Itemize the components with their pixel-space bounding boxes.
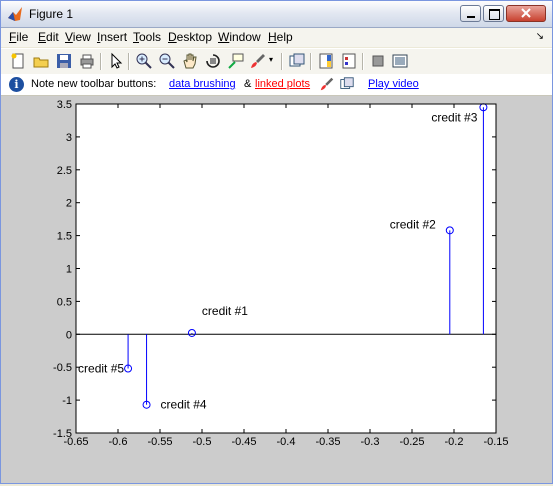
menu-desktop[interactable]: Desktop: [168, 30, 212, 44]
rotate-3d-icon[interactable]: [204, 52, 222, 70]
y-tick-label: 1: [66, 264, 72, 276]
x-tick-label: -0.25: [399, 436, 424, 448]
linked-plots-link[interactable]: linked plots: [255, 78, 310, 90]
zoom-in-icon[interactable]: [135, 52, 153, 70]
x-tick-label: -0.2: [445, 436, 464, 448]
x-tick-label: -0.3: [361, 436, 380, 448]
colorbar-icon[interactable]: [317, 52, 335, 70]
x-tick-label: -0.15: [483, 436, 508, 448]
stem-chart[interactable]: -0.65 -0.6 -0.55 -0.5 -0.45 -0.4 -0.35 -0.3 -0.2…: [1, 96, 552, 483]
toolbar-separator: [128, 53, 130, 70]
menu-tools[interactable]: Tools: [133, 30, 161, 44]
toolbar-separator: [362, 53, 364, 70]
new-figure-icon[interactable]: [9, 52, 27, 70]
print-icon[interactable]: [78, 52, 96, 70]
legend-icon[interactable]: [340, 52, 358, 70]
y-tick-label: 3: [66, 132, 72, 144]
link-plot-icon[interactable]: [288, 52, 306, 70]
open-file-icon[interactable]: [32, 52, 50, 70]
y-tick-label: -0.5: [53, 362, 72, 374]
toolbar-separator: [100, 53, 102, 70]
menu-insert[interactable]: Insert: [97, 30, 127, 44]
pointer-icon[interactable]: [107, 52, 125, 70]
maximize-icon: [489, 9, 500, 20]
menu-view[interactable]: View: [65, 30, 91, 44]
menu-edit[interactable]: Edit: [38, 30, 59, 44]
brush-tool-icon[interactable]: [319, 76, 335, 92]
menu-window[interactable]: Window: [218, 30, 261, 44]
point-label: credit #3: [431, 110, 477, 124]
data-cursor-icon[interactable]: [227, 52, 245, 70]
dock-arrow-icon[interactable]: ↘: [536, 31, 544, 42]
figure-window: Figure 1 File Edit View Insert Tools Des…: [0, 0, 553, 484]
info-icon: i: [9, 77, 24, 92]
axes-background: [76, 104, 496, 433]
window-title: Figure 1: [29, 7, 74, 21]
x-tick-label: -0.6: [109, 436, 128, 448]
minimize-icon: [467, 16, 475, 18]
x-tick-label: -0.5: [193, 436, 212, 448]
brush-icon[interactable]: [249, 52, 267, 70]
hide-plot-tools-icon[interactable]: [369, 52, 387, 70]
play-video-link[interactable]: Play video: [368, 78, 419, 90]
y-tick-label: -1: [62, 395, 72, 407]
x-tick-label: -0.55: [147, 436, 172, 448]
data-brushing-link[interactable]: data brushing: [169, 78, 236, 90]
maximize-button[interactable]: [483, 5, 504, 22]
info-bar: i Note new toolbar buttons: data brushin…: [1, 74, 552, 96]
y-tick-label: 0: [66, 329, 72, 341]
point-label: credit #5: [78, 362, 124, 376]
y-tick-label: 0.5: [57, 296, 72, 308]
toolbar-separator: [281, 53, 283, 70]
brush-dropdown-icon[interactable]: ▾: [269, 55, 273, 64]
zoom-out-icon[interactable]: [158, 52, 176, 70]
save-icon[interactable]: [55, 52, 73, 70]
y-tick-label: 1.5: [57, 231, 72, 243]
show-plot-tools-icon[interactable]: [391, 52, 409, 70]
point-label: credit #2: [390, 217, 436, 231]
point-label: credit #1: [202, 304, 248, 318]
menu-bar: File Edit View Insert Tools Desktop Wind…: [1, 28, 552, 47]
minimize-button[interactable]: [460, 5, 481, 22]
title-bar[interactable]: Figure 1: [1, 1, 552, 28]
close-button[interactable]: [506, 5, 546, 22]
close-icon: [521, 8, 531, 18]
linked-plot-tool-icon[interactable]: [339, 76, 355, 92]
x-tick-label: -0.4: [277, 436, 296, 448]
ampersand-text: &: [244, 78, 252, 90]
y-tick-label: 2: [66, 198, 72, 210]
toolbar-separator: [310, 53, 312, 70]
figure-canvas: -0.65 -0.6 -0.55 -0.5 -0.45 -0.4 -0.35 -0.3 -0.2…: [1, 96, 552, 483]
info-note-text: Note new toolbar buttons:: [31, 78, 157, 90]
x-tick-label: -0.35: [315, 436, 340, 448]
menu-help[interactable]: Help: [268, 30, 293, 44]
x-tick-label: -0.45: [231, 436, 256, 448]
menu-file[interactable]: File: [9, 30, 28, 44]
pan-icon[interactable]: [181, 52, 199, 70]
y-tick-label: 2.5: [57, 165, 72, 177]
figure-toolbar: ▾: [1, 48, 552, 75]
y-tick-label: 3.5: [57, 99, 72, 111]
matlab-logo-icon: [8, 7, 22, 21]
y-tick-label: -1.5: [53, 428, 72, 440]
point-label: credit #4: [161, 398, 207, 412]
